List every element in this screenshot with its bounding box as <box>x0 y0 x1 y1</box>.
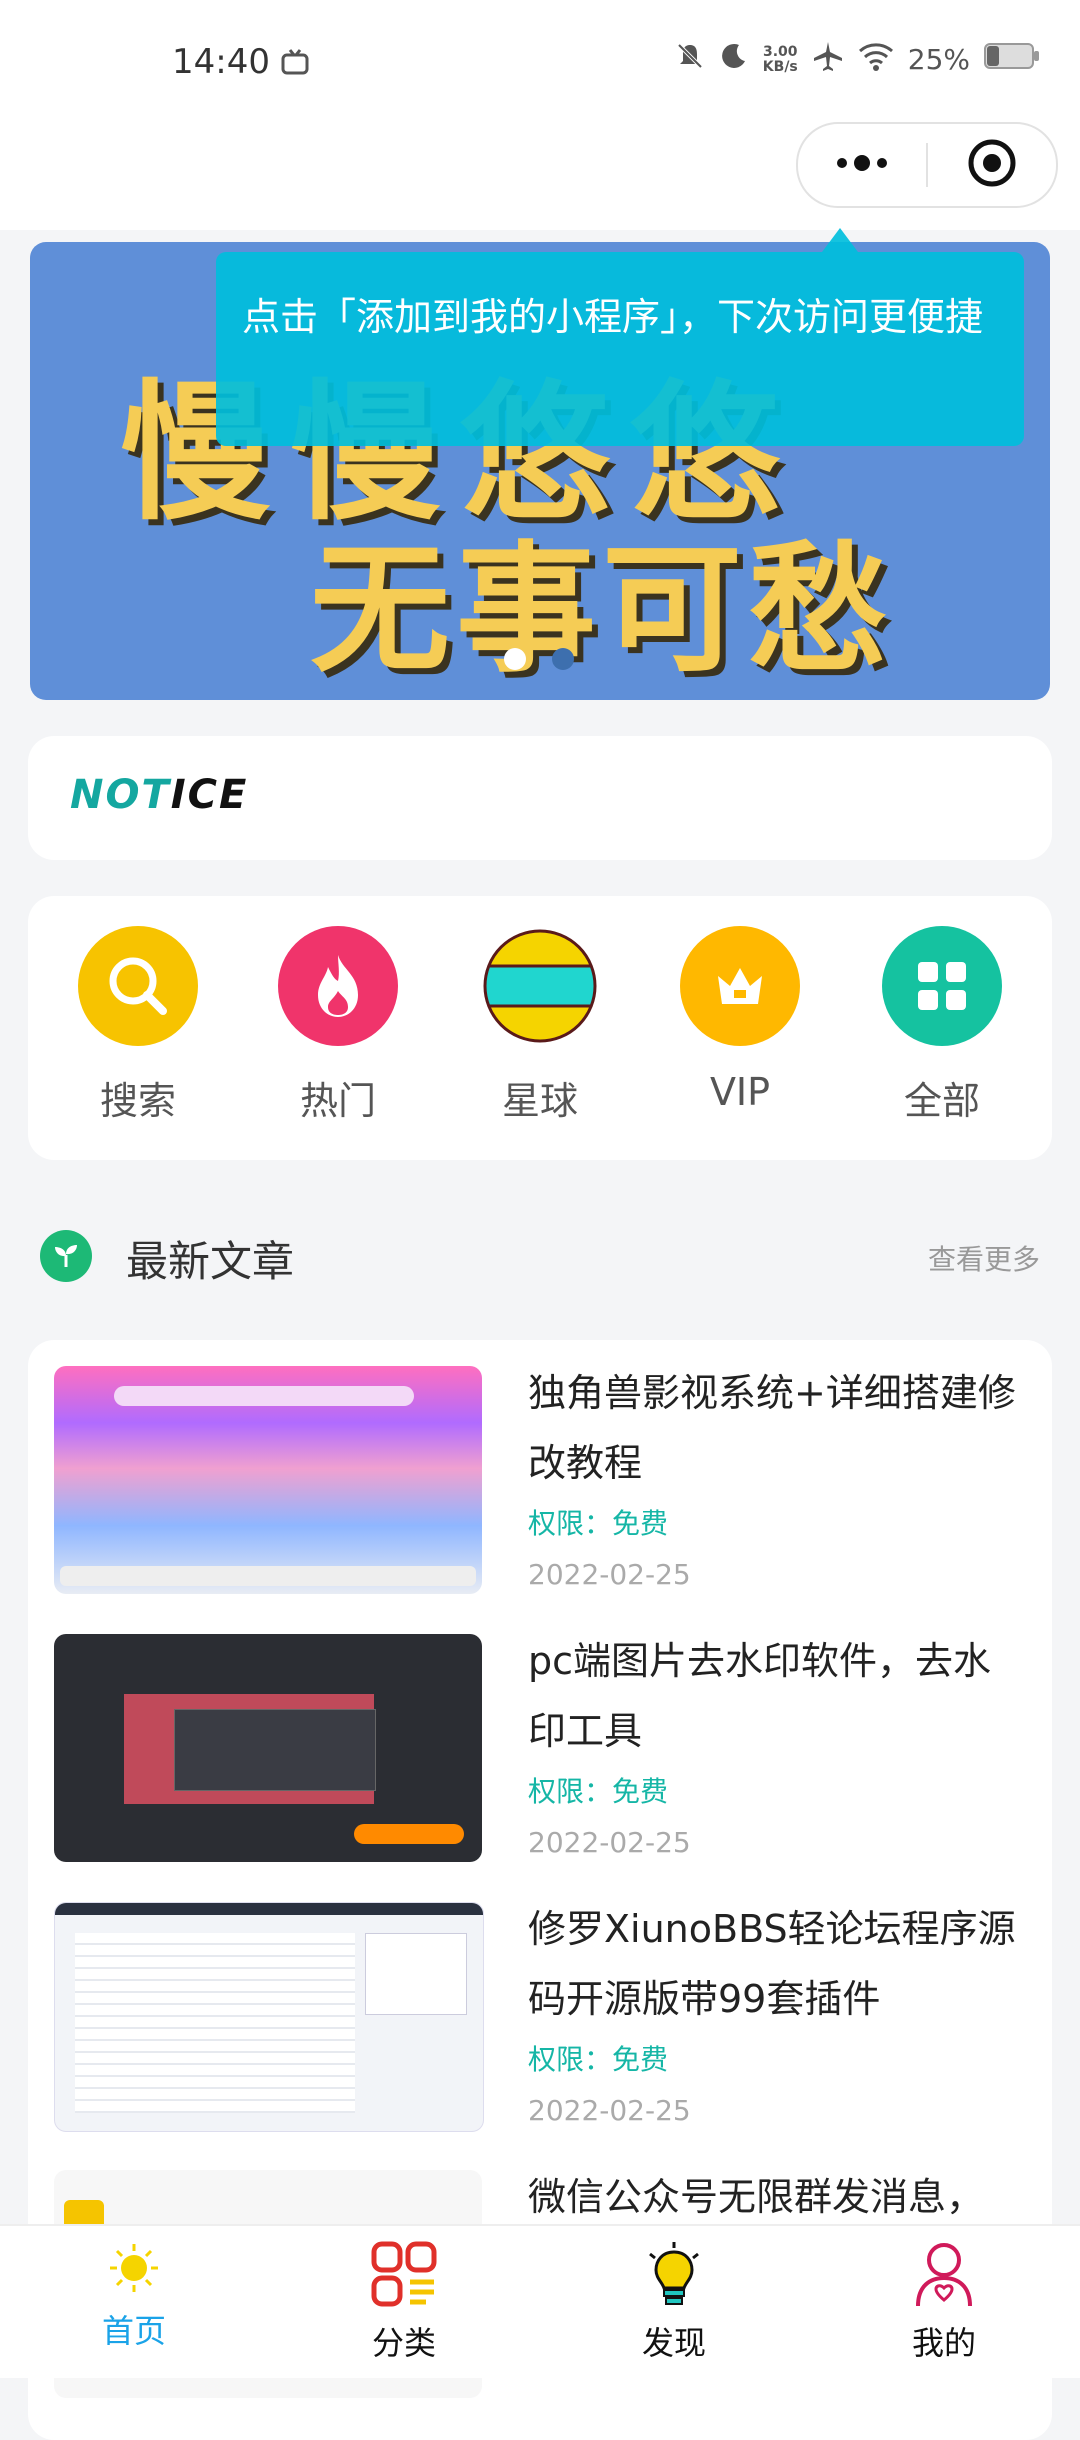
article-date: 2022-02-25 <box>528 1826 691 1859</box>
tab-label: 我的 <box>911 2324 976 2362</box>
battery-icon <box>984 42 1040 77</box>
grid-icon <box>882 926 1002 1046</box>
status-icons: 3.00 KB/s 25% <box>675 40 1040 79</box>
article-date: 2022-02-25 <box>528 1558 691 1591</box>
nav-label: 星球 <box>501 1079 578 1123</box>
moon-icon <box>719 41 749 78</box>
tab-mine[interactable]: 我的 <box>864 2240 1024 2364</box>
article-item[interactable]: 修罗XiunoBBS轻论坛程序源码开源版带99套插件 权限：免费 2022-02… <box>28 1876 1052 2144</box>
sprout-icon <box>40 1230 92 1282</box>
article-permission: 权限：免费 <box>528 2043 669 2076</box>
nav-label: 全部 <box>903 1079 980 1123</box>
nav-label: 搜索 <box>99 1079 176 1123</box>
wifi-icon <box>858 41 894 78</box>
airplane-icon <box>812 40 844 79</box>
network-speed: 3.00 KB/s <box>762 43 798 75</box>
carousel-dot-active[interactable] <box>504 648 526 670</box>
nav-planet[interactable]: 星球 <box>460 926 620 1125</box>
tab-category[interactable]: 分类 <box>324 2240 484 2364</box>
fire-icon <box>278 926 398 1046</box>
nav-label: VIP <box>709 1070 771 1114</box>
miniprogram-capsule <box>796 122 1058 208</box>
nav-hot[interactable]: 热门 <box>258 926 418 1125</box>
article-title: 微信公众号无限群发消息， <box>528 2175 985 2219</box>
tab-label: 首页 <box>101 2312 166 2350</box>
tooltip-arrow <box>822 228 858 252</box>
carousel-dot[interactable] <box>552 648 574 670</box>
user-icon <box>912 2243 976 2312</box>
article-title: 独角兽影视系统+详细搭建修改教程 <box>528 1371 1016 1485</box>
category-icon <box>370 2241 438 2312</box>
article-date: 2022-02-25 <box>528 2094 691 2127</box>
nav-all[interactable]: 全部 <box>862 926 1022 1125</box>
article-thumbnail <box>54 1366 482 1594</box>
mute-bell-icon <box>675 41 705 78</box>
nav-search[interactable]: 搜索 <box>58 926 218 1125</box>
view-more-link[interactable]: 查看更多 <box>928 1238 1040 1278</box>
crown-icon <box>680 926 800 1046</box>
search-icon <box>78 926 198 1046</box>
tooltip-text: 点击「添加到我的小程序」，下次访问更便捷 <box>242 295 984 339</box>
sun-icon <box>106 2244 162 2300</box>
section-title: 最新文章 <box>126 1237 295 1286</box>
nav-vip[interactable]: VIP <box>660 926 820 1114</box>
bulb-icon <box>642 2242 706 2312</box>
battery-percent: 25% <box>907 43 970 76</box>
nav-label: 热门 <box>299 1079 376 1123</box>
article-thumbnail <box>54 1634 482 1862</box>
article-permission: 权限：免费 <box>528 1507 669 1540</box>
article-title: 修罗XiunoBBS轻论坛程序源码开源版带99套插件 <box>528 1907 1016 2021</box>
tv-icon <box>280 48 310 80</box>
more-dots-icon <box>832 153 892 177</box>
planet-icon <box>480 926 600 1046</box>
more-button[interactable] <box>798 124 926 206</box>
tab-label: 发现 <box>641 2324 706 2362</box>
tab-home[interactable]: 首页 <box>54 2240 214 2352</box>
tab-label: 分类 <box>371 2324 436 2362</box>
status-time: 14:40 <box>172 42 270 82</box>
article-item[interactable]: 独角兽影视系统+详细搭建修改教程 权限：免费 2022-02-25 <box>28 1340 1052 1608</box>
article-item[interactable]: pc端图片去水印软件，去水印工具 权限：免费 2022-02-25 <box>28 1608 1052 1876</box>
notice-logo: NOTICE <box>70 772 249 818</box>
banner-line2: 无事可愁 <box>310 529 895 692</box>
target-circle-icon <box>966 137 1018 193</box>
tab-discover[interactable]: 发现 <box>594 2240 754 2364</box>
close-miniprogram-button[interactable] <box>928 124 1056 206</box>
article-title: pc端图片去水印软件，去水印工具 <box>528 1639 992 1753</box>
article-thumbnail <box>54 1902 484 2132</box>
article-permission: 权限：免费 <box>528 1775 669 1808</box>
